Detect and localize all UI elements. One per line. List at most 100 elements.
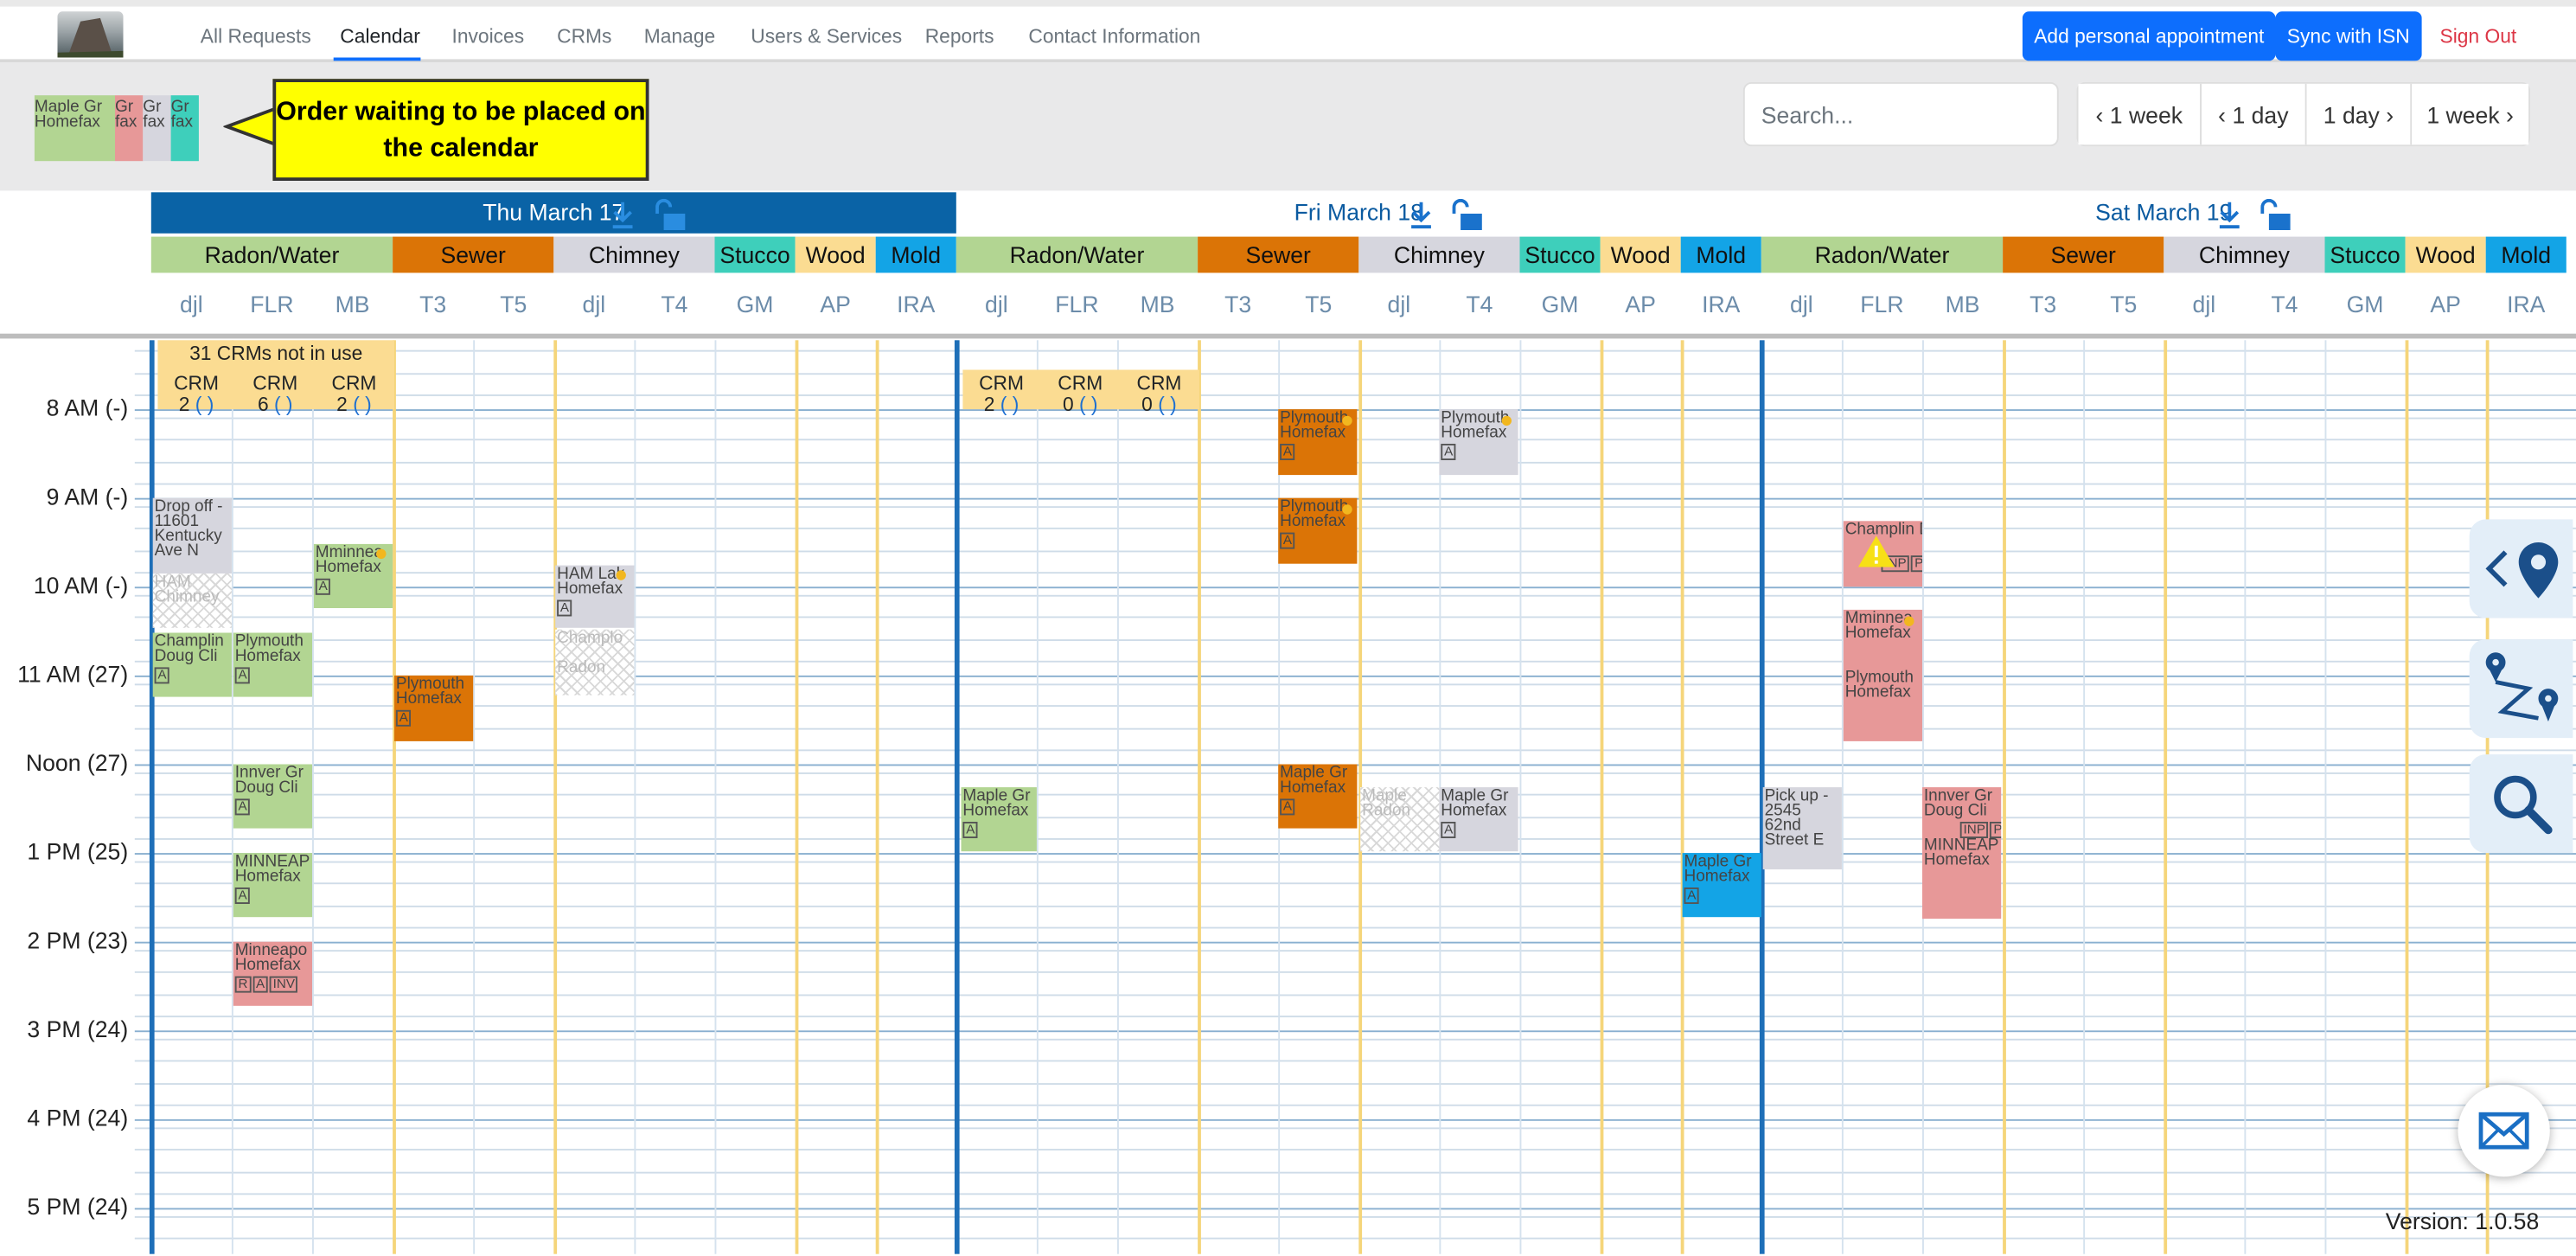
crm-not-in-use: 31 CRMs not in use [189, 342, 363, 365]
forward-week-button[interactable]: 1 week › [2412, 83, 2529, 145]
calendar-event[interactable]: Innver GrDoug CliINPPMINNEAPHomefax [1922, 787, 2002, 920]
resource-header: djl [582, 291, 606, 317]
category-header: Sewer [393, 236, 554, 273]
calendar-event[interactable]: Champlin Doug Cli A [152, 632, 232, 697]
nav-crms[interactable]: CRMs [557, 25, 611, 48]
day-separator [954, 340, 960, 1254]
column-line [875, 340, 879, 1254]
collapse-map-button[interactable] [2469, 519, 2573, 618]
event-tag: A [1441, 822, 1457, 838]
back-week-button[interactable]: ‹ 1 week [2078, 83, 2202, 145]
crm-cell[interactable]: CRM 6 ( ) [235, 371, 316, 416]
grid-line [134, 616, 2576, 618]
unlock-icon[interactable] [1449, 198, 1486, 232]
pending-order[interactable]: Gr fax [170, 95, 199, 162]
pending-order[interactable]: Gr fax [143, 95, 171, 162]
column-line [1600, 340, 1604, 1254]
calendar-event[interactable]: MINNEAP Homefax A [233, 853, 312, 918]
nav-invoices[interactable]: Invoices [452, 25, 525, 48]
logo[interactable] [57, 11, 124, 58]
message-button[interactable] [2458, 1085, 2550, 1177]
grid-line [134, 683, 2576, 686]
nav-calendar[interactable]: Calendar [340, 25, 420, 48]
hour-line [134, 675, 2576, 677]
forward-day-button[interactable]: 1 day › [2306, 83, 2413, 145]
resource-header: FLR [250, 291, 294, 317]
download-icon[interactable] [1406, 201, 1439, 234]
calendar-event[interactable]: Maple Gr Homefax A [1439, 787, 1518, 852]
grid-line [134, 705, 2576, 707]
unlock-icon[interactable] [652, 198, 688, 232]
nav-users-services[interactable]: Users & Services [751, 25, 902, 48]
category-header: Stucco [2324, 236, 2406, 273]
event-sub: Homefax [1844, 683, 1911, 702]
crm-cell[interactable]: CRM 0 ( ) [1119, 372, 1199, 416]
calendar-event[interactable]: Maple Gr Homefax A [961, 787, 1037, 852]
search-input[interactable] [1742, 82, 2059, 147]
calendar-event[interactable]: HAM Chimney [153, 574, 232, 628]
callout-note: Order waiting to be placed on the calend… [272, 79, 649, 181]
nav-all-requests[interactable]: All Requests [201, 25, 311, 48]
search-map-button[interactable] [2469, 754, 2573, 854]
calendar-event[interactable]: Champlo Radon [555, 630, 634, 695]
crm-cell[interactable]: CRM 2 ( ) [962, 372, 1042, 416]
calendar-event[interactable]: Plymouth Homefax A [394, 675, 474, 741]
crm-cell[interactable]: CRM 2 ( ) [157, 371, 237, 416]
column-line [634, 340, 636, 1254]
resource-header: IRA [1702, 291, 1741, 317]
calendar-event[interactable]: Minneapo Homefax R A INV [233, 941, 312, 1006]
route-button[interactable] [2469, 639, 2573, 739]
crm-paren[interactable]: ( ) [195, 393, 214, 416]
add-personal-appointment-button[interactable]: Add personal appointment [2022, 11, 2276, 61]
calendar-page: All Requests Calendar Invoices CRMs Mana… [0, 0, 2576, 1254]
unlock-icon[interactable] [2258, 198, 2294, 232]
event-tag: A [1684, 888, 1700, 904]
calendar-event[interactable]: Pick up - 2545 62nd Street E [1762, 787, 1842, 870]
day-title: Sat March 19 [2095, 198, 2233, 226]
sign-out-link[interactable]: Sign Out [2440, 25, 2517, 48]
crm-cell[interactable]: CRM 2 ( ) [314, 371, 394, 416]
crm-cell[interactable]: CRM 0 ( ) [1040, 372, 1121, 416]
back-day-button[interactable]: ‹ 1 day [2202, 83, 2307, 145]
download-icon[interactable] [2215, 201, 2247, 234]
crm-paren[interactable]: ( ) [353, 393, 372, 416]
back-day-label: 1 day [2232, 100, 2289, 128]
calendar-event[interactable]: Drop off - 11601 Kentucky Ave N [152, 497, 232, 574]
event-sub: Doug Cli [154, 647, 218, 666]
event-tag: R [234, 976, 252, 993]
crm-label: CRM [331, 371, 377, 394]
nav-contact-information[interactable]: Contact Information [1028, 25, 1200, 48]
crm-paren[interactable]: ( ) [1079, 393, 1098, 416]
resource-header: T5 [2110, 291, 2138, 317]
crm-label: CRM [174, 371, 219, 394]
calendar-event[interactable]: Maple Radon [1360, 787, 1439, 851]
calendar-event[interactable]: Plymouth Homefax A [233, 632, 312, 697]
calendar-event[interactable]: Innver Gr Doug Cli A [233, 764, 312, 829]
column-line [2244, 340, 2247, 1254]
calendar-event[interactable]: Maple Gr Homefax A [1682, 853, 1761, 918]
grid-line [134, 950, 2576, 952]
hour-line [134, 1030, 2576, 1033]
time-label: 9 AM (-) [46, 483, 129, 509]
pending-order[interactable]: Maple Gr Homefax [34, 95, 116, 162]
nav-manage[interactable]: Manage [644, 25, 715, 48]
day-header-fri[interactable]: Fri March 18 [956, 192, 1761, 233]
column-line [1198, 340, 1201, 1254]
chevron-right-icon: › [2386, 100, 2394, 128]
calendar-event[interactable]: Mminnea Homefax Plymouth Homefax [1843, 609, 1922, 741]
time-label: Noon (27) [25, 749, 129, 776]
event-sub: Homefax [1923, 851, 1990, 870]
day-header-thu[interactable]: Thu March 17 [150, 192, 956, 234]
crm-paren[interactable]: ( ) [1000, 393, 1020, 416]
category-header: Mold [1680, 236, 1761, 273]
crm-paren[interactable]: ( ) [1158, 393, 1177, 416]
crm-paren[interactable]: ( ) [274, 393, 293, 416]
day-header-sat[interactable]: Sat March 19 [1761, 192, 2566, 233]
pending-order[interactable]: Gr fax [115, 95, 144, 162]
calendar-event[interactable]: Maple Gr Homefax A [1278, 764, 1358, 829]
search-icon [2494, 775, 2553, 835]
sync-isn-button[interactable]: Sync with ISN [2275, 11, 2422, 61]
nav-reports[interactable]: Reports [925, 25, 994, 48]
crm-label: CRM [252, 371, 298, 394]
crm-count: 0 [1062, 393, 1074, 416]
